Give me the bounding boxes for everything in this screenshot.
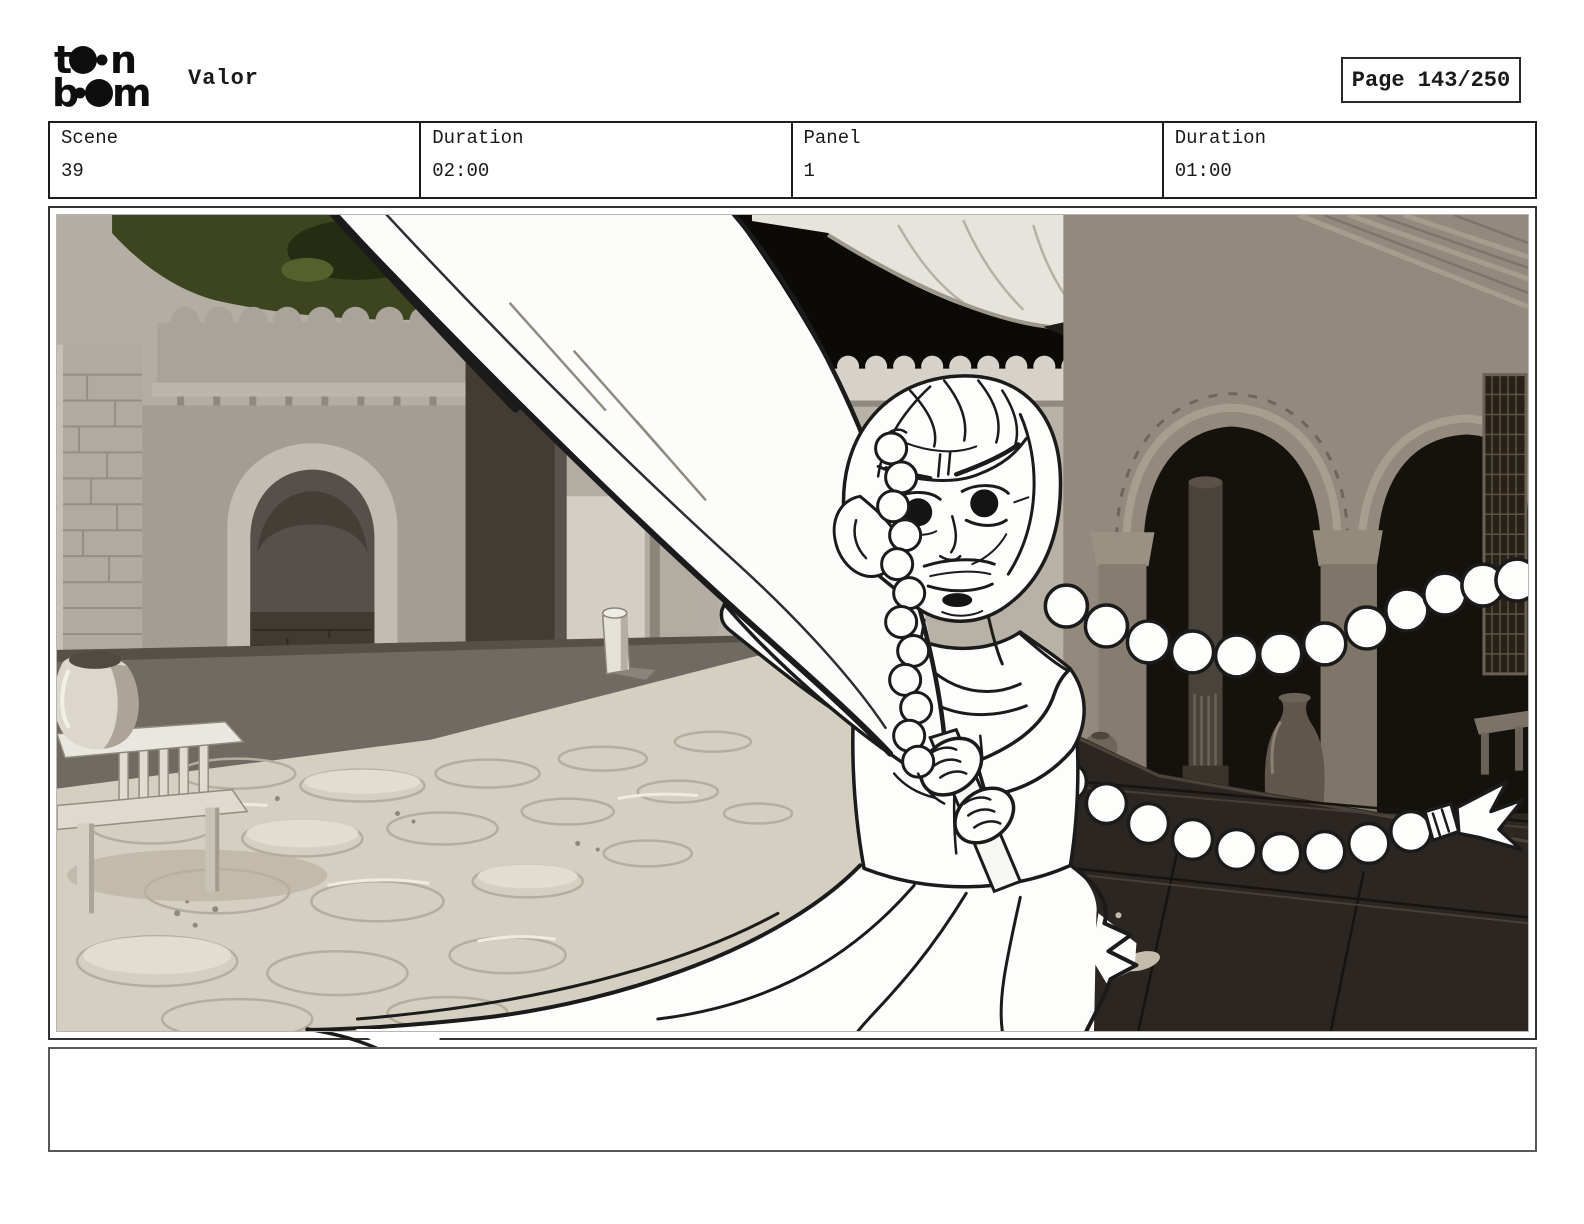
lattice-window [1482, 373, 1528, 676]
info-value: 39 [61, 159, 84, 182]
right-arcade [1063, 215, 1529, 846]
logo-dot-icon [69, 46, 97, 74]
info-value: 02:00 [432, 159, 490, 182]
info-cell-scene: Scene 39 [50, 123, 422, 197]
storyboard-page: t n b m Valor Page 143/250 Scene 39 Dura… [0, 0, 1584, 1224]
logo-dot-icon [85, 79, 113, 107]
storyboard-image [56, 214, 1529, 1069]
clay-pot [57, 650, 139, 750]
info-label: Duration [1174, 127, 1266, 149]
toonboom-logo: t n b m [52, 42, 152, 110]
logo-letter: m [112, 71, 152, 110]
info-table: Scene 39 Duration 02:00 Panel 1 Duration… [48, 121, 1537, 199]
storyboard-panel-frame [48, 206, 1537, 1069]
logo-dot-icon [74, 87, 86, 99]
info-value: 1 [803, 159, 815, 182]
info-label: Duration [432, 127, 524, 149]
info-value: 01:00 [1174, 159, 1232, 182]
brick-pillar [57, 344, 143, 684]
info-cell-panel: Panel 1 [793, 123, 1164, 197]
logo-dot-icon [96, 54, 108, 66]
info-label: Scene [61, 127, 119, 149]
info-label: Panel [803, 127, 861, 149]
info-cell-panel-duration: Duration 01:00 [1164, 123, 1535, 197]
page-number-box: Page 143/250 [1341, 57, 1521, 103]
project-title: Valor [188, 66, 260, 91]
caption-box [48, 1047, 1537, 1152]
info-cell-scene-duration: Duration 02:00 [421, 123, 793, 197]
eye-pupil [970, 489, 999, 518]
